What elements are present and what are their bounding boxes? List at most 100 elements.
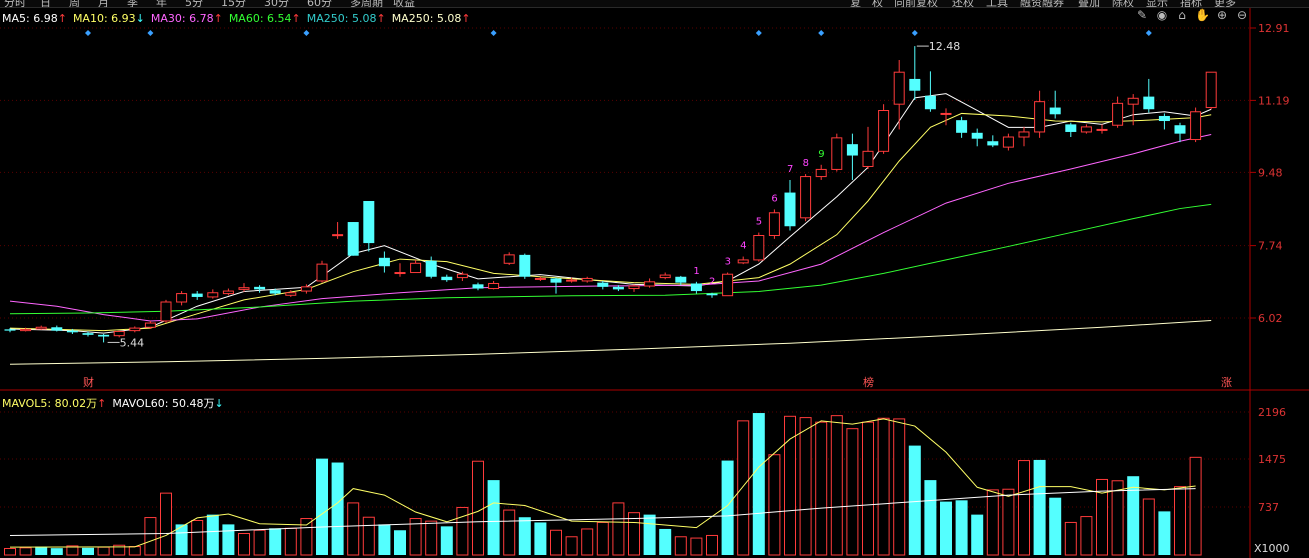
candle-body-up: [456, 273, 468, 279]
event-marker-icon: [755, 30, 762, 36]
bottom-mark: 财: [83, 375, 94, 389]
volume-bar-down: [487, 480, 500, 555]
volume-tick-label: 2196: [1258, 406, 1286, 419]
candle-body-down: [1143, 96, 1155, 110]
volume-bar-down: [440, 526, 453, 555]
volume-bar-up: [238, 533, 250, 556]
sequence-count-label: 6: [771, 193, 777, 204]
candle-body-up: [534, 277, 546, 280]
volume-bar-up: [1189, 456, 1202, 556]
volume-bar-up: [472, 460, 484, 556]
volume-bar-up: [503, 509, 516, 556]
volume-bar-up: [581, 528, 594, 556]
candle-body-up: [394, 272, 406, 275]
volume-bar-up: [1111, 480, 1124, 556]
candle-body-up: [768, 212, 780, 237]
candle-body-up: [893, 71, 905, 105]
volume-bar-down: [394, 530, 406, 555]
candle-body-down: [550, 278, 562, 283]
sequence-count-label: 9: [818, 149, 824, 160]
volume-bar-up: [893, 418, 906, 556]
volume-unit-label: X1000: [1254, 542, 1290, 555]
price-tick-label: 9.48: [1258, 166, 1283, 179]
candle-body-up: [144, 322, 156, 328]
candle-body-up: [238, 287, 250, 290]
volume-bar-up: [1018, 460, 1030, 556]
volume-bar-down: [924, 480, 937, 555]
volume-bar-up: [191, 519, 204, 556]
candle-body-down: [597, 282, 609, 287]
volume-bar-down: [50, 548, 63, 555]
volume-bar-up: [986, 489, 999, 556]
volume-bar-up: [253, 529, 266, 556]
candle-body-up: [1112, 102, 1124, 126]
volume-bar-down: [35, 546, 48, 555]
low-label: 5.44: [120, 336, 145, 349]
volume-bar-up: [815, 421, 828, 556]
candle-body-up: [1080, 126, 1092, 133]
event-marker-icon: [490, 30, 497, 36]
sequence-count-label: 3: [725, 257, 731, 268]
volume-bar-up: [347, 502, 360, 556]
candle-body-down: [425, 260, 437, 277]
candle-body-down: [254, 286, 266, 290]
volume-bar-up: [1002, 488, 1015, 556]
volume-bar-up: [550, 529, 562, 556]
candle-body-up: [659, 274, 671, 279]
ma-line-ma60: [9, 203, 1212, 315]
candle-body-down: [784, 192, 796, 227]
volume-bar-up: [846, 428, 859, 556]
ma-line-ma30: [9, 133, 1212, 322]
candle-body-up: [940, 112, 952, 115]
volume-bar-down: [940, 501, 952, 555]
volume-bar-down: [971, 514, 984, 555]
volume-tick-label: 1475: [1258, 453, 1286, 466]
bottom-mark: 涨: [1221, 376, 1232, 389]
candle-body-down: [1174, 125, 1186, 134]
candle-body-up: [207, 292, 219, 298]
candle-body-up: [503, 254, 515, 264]
sequence-count-label: 8: [803, 158, 809, 169]
volume-bar-down: [206, 514, 219, 555]
candle-body-up: [1096, 128, 1108, 131]
volume-bar-up: [737, 420, 750, 556]
volume-bar-up: [596, 521, 609, 556]
volume-bar-up: [300, 518, 313, 556]
candle-body-down: [441, 276, 453, 281]
volume-bar-down: [1158, 511, 1171, 555]
candle-body-down: [956, 120, 968, 133]
volume-bar-up: [97, 546, 110, 556]
volume-bar-up: [674, 536, 687, 556]
volume-bar-down: [1049, 497, 1062, 555]
candle-body-down: [612, 286, 624, 290]
volume-bar-down: [721, 460, 734, 555]
event-marker-icon: [1145, 30, 1152, 36]
candle-body-up: [160, 301, 172, 322]
volume-bar-up: [565, 536, 578, 556]
candle-body-up: [815, 168, 827, 178]
volume-bar-down: [908, 445, 921, 555]
candle-body-up: [129, 327, 141, 332]
volume-bar-up: [768, 454, 781, 556]
bottom-mark: 榜: [863, 375, 874, 389]
volume-bar-up: [706, 534, 718, 556]
sequence-count-label: 7: [787, 164, 793, 175]
volume-bar-up: [877, 417, 890, 556]
volume-bar-up: [128, 546, 141, 556]
ma-line-ma5: [9, 93, 1212, 334]
candle-body-down: [269, 290, 281, 294]
candle-body-up: [1018, 131, 1030, 138]
candle-body-down: [472, 284, 484, 289]
candle-body-down: [519, 254, 531, 277]
volume-bar-up: [862, 421, 874, 556]
candle-body-down: [690, 283, 702, 292]
sequence-count-label: 1: [693, 266, 699, 277]
candle-body-down: [98, 334, 110, 337]
candle-body-down: [66, 330, 78, 333]
price-tick-label: 7.74: [1258, 240, 1283, 253]
volume-bar-up: [830, 415, 843, 556]
candle-body-down: [191, 293, 203, 297]
volume-bar-up: [612, 502, 625, 556]
candle-body-up: [862, 150, 874, 167]
candle-body-up: [1190, 111, 1202, 141]
